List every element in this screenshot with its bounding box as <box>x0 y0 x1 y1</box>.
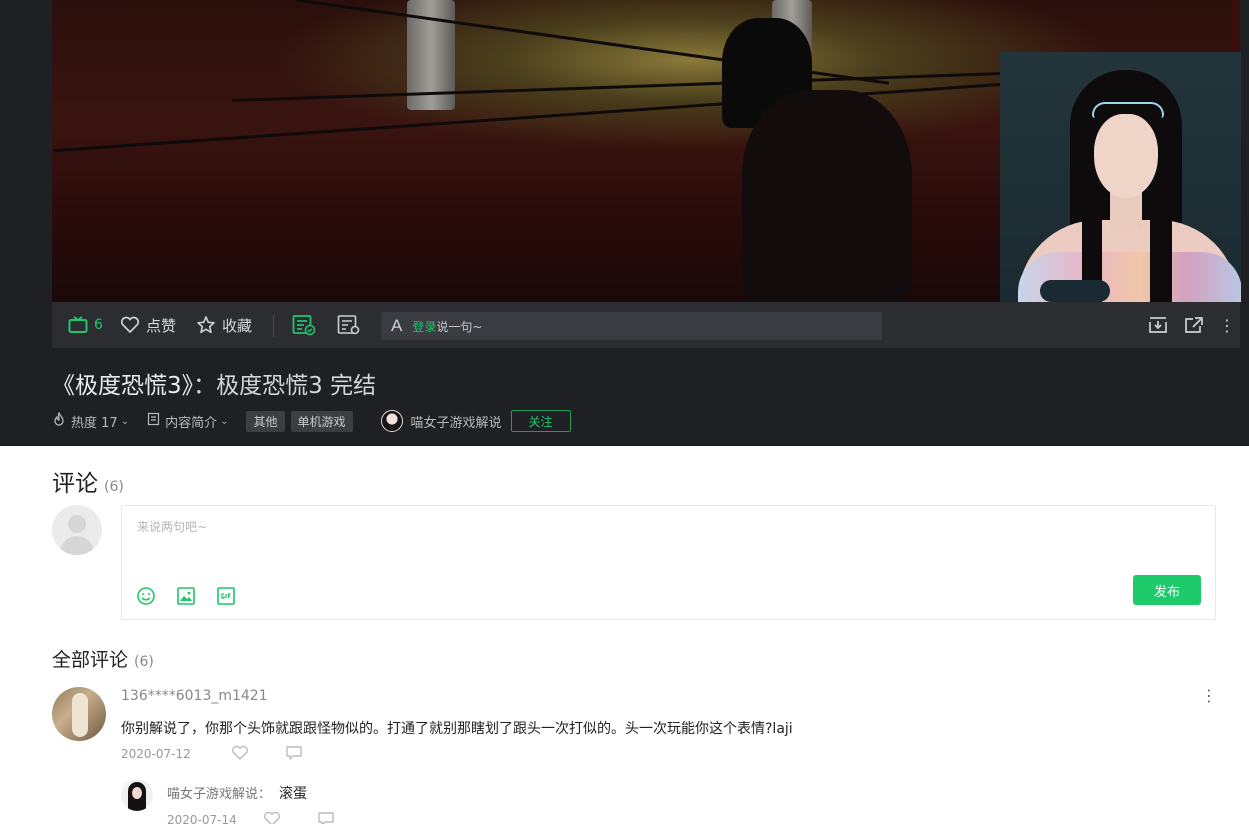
all-comments-heading: 全部评论 (6) <box>52 645 154 672</box>
reply-username[interactable]: 喵女子游戏解说： <box>167 787 271 802</box>
danmaku-on-icon <box>292 314 316 336</box>
comments-heading: 评论 (6) <box>52 464 124 498</box>
avatar[interactable] <box>52 687 106 741</box>
danmaku-input[interactable]: A 登录 说一句~ <box>381 312 882 340</box>
game-rope <box>232 71 1032 102</box>
gif-icon[interactable] <box>216 586 236 610</box>
more-options-icon[interactable]: ⋮ <box>1201 688 1217 704</box>
heat-dropdown[interactable]: 热度 17 ⌄ <box>52 410 130 431</box>
intro-label: 内容简介 <box>165 415 218 431</box>
flame-icon <box>52 410 71 431</box>
more-options-icon[interactable]: ⋮ <box>1219 302 1235 348</box>
tag-other[interactable]: 其他 <box>246 410 285 432</box>
heat-label: 热度 17 <box>71 415 118 431</box>
reply-date: 2020-07-14 <box>167 813 237 824</box>
like-icon[interactable] <box>231 745 249 765</box>
webcam-headpiece <box>1092 102 1164 118</box>
player-toolbar: 6 点赞 收藏 A 登录 说一句~ ⋮ <box>52 302 1240 348</box>
video-area: 6 点赞 收藏 A 登录 说一句~ ⋮ 《极度恐慌3》：极度恐慌3 完结 热度 … <box>0 0 1249 446</box>
download-button[interactable] <box>1148 302 1168 348</box>
intro-dropdown[interactable]: 内容简介 ⌄ <box>147 412 228 431</box>
streamer-webcam <box>1000 52 1241 302</box>
danmaku-settings-icon <box>337 314 361 336</box>
share-button[interactable] <box>1184 302 1204 348</box>
webcam-face <box>1094 114 1158 198</box>
star-icon <box>196 315 216 335</box>
video-title-suffix: ：极度恐慌3 完结 <box>193 373 377 399</box>
danmaku-count: 6 <box>94 317 103 333</box>
danmaku-placeholder: 说一句~ <box>436 319 483 334</box>
editor-tools <box>136 586 256 610</box>
like-icon[interactable] <box>263 811 281 824</box>
reply-text: 滚蛋 <box>279 786 308 802</box>
all-comments-count: (6) <box>134 654 154 670</box>
comments-count: (6) <box>104 479 124 495</box>
danmaku-toggle-button[interactable] <box>292 302 316 348</box>
uploader-name[interactable]: 喵女子游戏解说 <box>411 412 502 431</box>
toolbar-divider <box>273 315 274 337</box>
like-button[interactable]: 点赞 <box>120 302 176 348</box>
reply-icon[interactable] <box>317 811 335 824</box>
image-icon[interactable] <box>176 586 196 610</box>
all-comments-label: 全部评论 <box>52 649 129 671</box>
comment-editor[interactable]: 来说两句吧~ 发布 <box>121 505 1216 620</box>
danmaku-login-link[interactable]: 登录 <box>412 318 436 335</box>
share-icon <box>1184 316 1204 334</box>
chevron-down-icon: ⌄ <box>220 415 229 427</box>
webcam-mic <box>1040 280 1110 302</box>
tv-icon <box>68 316 88 334</box>
game-shadow <box>742 90 912 302</box>
video-title: 《极度恐慌3》：极度恐慌3 完结 <box>52 366 376 400</box>
reply-line: 喵女子游戏解说： 滚蛋 <box>167 783 307 803</box>
avatar <box>52 505 102 555</box>
comment-text: 你别解说了，你那个头饰就跟跟怪物似的。打通了就别那瞎划了跟头一次打似的。头一次玩… <box>121 721 793 737</box>
document-icon <box>147 412 165 430</box>
avatar[interactable] <box>121 779 153 811</box>
heart-icon <box>120 316 140 334</box>
comment-date: 2020-07-12 <box>121 747 191 761</box>
uploader-avatar[interactable] <box>380 410 403 432</box>
danmaku-settings-button[interactable] <box>337 302 361 348</box>
favorite-label: 收藏 <box>222 316 253 335</box>
follow-button[interactable]: 关注 <box>510 410 571 432</box>
comment-input[interactable]: 来说两句吧~ <box>137 518 207 535</box>
chevron-down-icon: ⌄ <box>120 415 130 427</box>
danmaku-count-button[interactable]: 6 <box>68 302 103 348</box>
like-label: 点赞 <box>146 316 177 335</box>
download-icon <box>1148 316 1168 334</box>
font-style-icon[interactable]: A <box>391 316 402 336</box>
uploader-info[interactable]: 喵女子游戏解说 关注 <box>380 410 571 432</box>
comment-username[interactable]: 136****6013_m1421 <box>121 688 268 704</box>
user-placeholder-icon <box>68 515 86 533</box>
tag-single-player[interactable]: 单机游戏 <box>290 410 353 432</box>
publish-button[interactable]: 发布 <box>1133 575 1201 605</box>
reply-icon[interactable] <box>285 745 303 765</box>
video-title-main: 《极度恐慌3》 <box>52 373 194 399</box>
video-meta-row: 热度 17 ⌄ 内容简介 ⌄ 其他 单机游戏 喵女子游戏解说 关注 <box>52 410 571 432</box>
emoji-icon[interactable] <box>136 586 156 610</box>
favorite-button[interactable]: 收藏 <box>196 302 252 348</box>
comments-heading-label: 评论 <box>52 471 98 497</box>
